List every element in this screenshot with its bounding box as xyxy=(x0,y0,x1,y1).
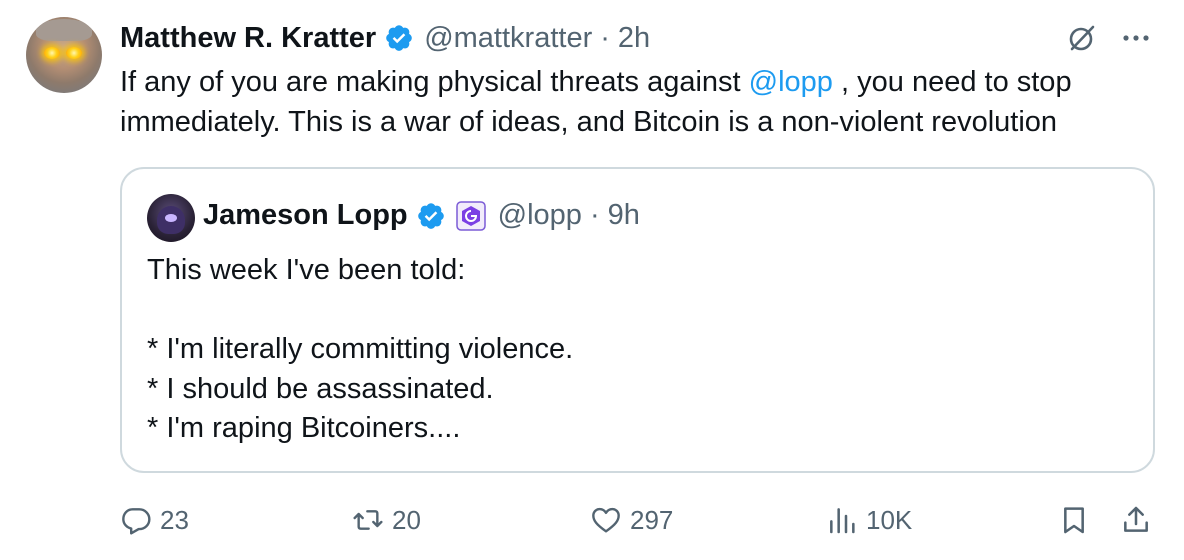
avatar-hair xyxy=(36,19,92,41)
quoted-tweet-text: This week I've been told: * I'm literall… xyxy=(147,254,574,444)
quoted-author-name[interactable]: Jameson Lopp xyxy=(203,199,408,232)
share-icon xyxy=(1124,506,1148,532)
tweet-text: If any of you are making physical threat… xyxy=(120,62,1160,142)
tweet-action-bar: 23 20 297 10K xyxy=(0,498,1184,542)
like-button[interactable]: 297 xyxy=(590,498,673,542)
tweet-header: Matthew R. Kratter @mattkratter · 2h xyxy=(120,20,650,56)
views-icon xyxy=(830,508,855,534)
verified-badge-icon[interactable] xyxy=(384,23,414,53)
grok-icon[interactable] xyxy=(1066,22,1098,54)
like-icon xyxy=(592,507,620,533)
view-count: 10K xyxy=(866,504,913,535)
retweet-button[interactable]: 20 xyxy=(352,498,421,542)
bookmark-icon xyxy=(1064,507,1084,534)
avatar-glowing-eye-left xyxy=(44,47,60,59)
mention-link[interactable]: @lopp xyxy=(749,66,833,98)
author-handle[interactable]: @mattkratter xyxy=(424,22,592,55)
author-avatar[interactable] xyxy=(26,17,102,93)
avatar-visor xyxy=(165,214,177,222)
affiliate-badge-icon[interactable] xyxy=(455,200,486,231)
quoted-tweet[interactable]: Jameson Lopp @lopp · 9h This week I've b… xyxy=(120,167,1155,473)
reply-count: 23 xyxy=(160,504,189,535)
reply-button[interactable]: 23 xyxy=(120,498,189,542)
tweet-time[interactable]: 2h xyxy=(618,22,650,55)
separator-dot: · xyxy=(589,199,600,231)
verified-badge-icon[interactable] xyxy=(416,201,446,231)
tweet-top-actions xyxy=(1066,22,1152,54)
quoted-tweet-header: Jameson Lopp @lopp · 9h xyxy=(203,199,640,232)
views-button[interactable]: 10K xyxy=(826,498,912,542)
retweet-icon xyxy=(353,510,383,530)
tweet: Matthew R. Kratter @mattkratter · 2h If … xyxy=(0,0,1184,560)
retweet-count: 20 xyxy=(392,504,421,535)
tweet-text-before: If any of you are making physical threat… xyxy=(120,66,749,98)
quoted-tweet-time[interactable]: 9h xyxy=(608,199,640,232)
bookmark-button[interactable] xyxy=(1058,498,1090,542)
reply-icon xyxy=(122,508,151,535)
more-icon[interactable] xyxy=(1120,22,1152,54)
avatar-glowing-eye-right xyxy=(66,47,82,59)
author-name[interactable]: Matthew R. Kratter xyxy=(120,22,376,55)
separator-dot: · xyxy=(600,21,610,54)
like-count: 297 xyxy=(630,504,674,535)
quoted-author-avatar[interactable] xyxy=(147,194,195,242)
quoted-author-handle[interactable]: @lopp xyxy=(498,199,582,232)
share-button[interactable] xyxy=(1120,498,1152,542)
